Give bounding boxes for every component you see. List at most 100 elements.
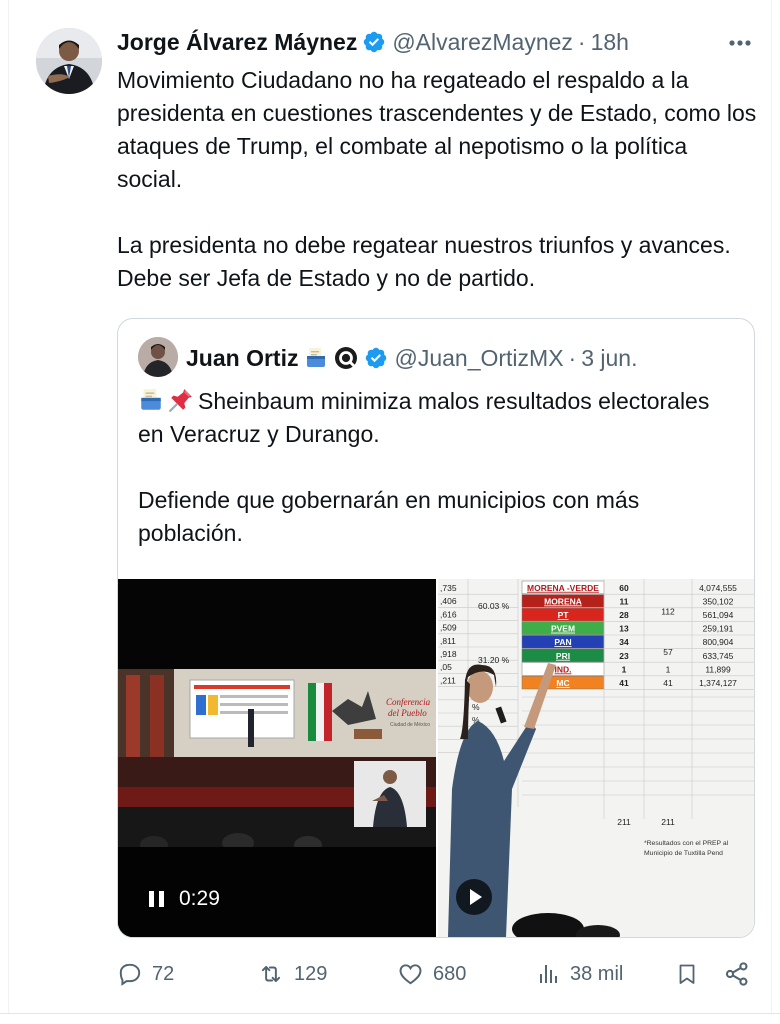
tweet-bottom-divider bbox=[0, 1013, 780, 1014]
board-total-left: 211 bbox=[617, 817, 631, 827]
speaker-face bbox=[467, 671, 493, 703]
share-button[interactable] bbox=[723, 957, 760, 991]
quoted-tweet-text: Sheinbaum minimiza malos resultados elec… bbox=[138, 385, 738, 550]
board-left-number: ,735 bbox=[440, 583, 457, 593]
party-votes: 800,904 bbox=[703, 637, 734, 647]
quoted-paragraph: Sheinbaum minimiza malos resultados elec… bbox=[138, 385, 738, 451]
bookmark-icon bbox=[679, 964, 695, 984]
party-seats: 34 bbox=[619, 637, 629, 647]
verified-badge-icon bbox=[364, 31, 385, 53]
more-options-icon[interactable] bbox=[726, 34, 754, 52]
quoted-timestamp[interactable]: 3 jun. bbox=[581, 345, 637, 372]
party-votes: 4,074,555 bbox=[699, 583, 737, 593]
tweet-actions: 72 129 680 38 mil bbox=[117, 957, 757, 991]
board-left-number: ,406 bbox=[440, 596, 457, 606]
threads-icon bbox=[335, 347, 358, 369]
views-chart-icon bbox=[540, 965, 557, 983]
press-conference-image: Conferencia del Pueblo Ciudad de México bbox=[118, 579, 436, 937]
party-seats: 13 bbox=[619, 624, 629, 634]
board-left-number: ,616 bbox=[440, 609, 457, 619]
heart-icon bbox=[399, 964, 422, 985]
author-avatar[interactable] bbox=[36, 28, 102, 94]
quoted-author-avatar[interactable] bbox=[138, 337, 178, 377]
quoted-header-separator: · bbox=[568, 344, 577, 371]
board-left-number: ,811 bbox=[440, 636, 456, 646]
party-name: PVEM bbox=[551, 624, 575, 634]
board-footnote: Municipio de Tuxtilla Pend bbox=[644, 850, 723, 857]
play-button[interactable] bbox=[456, 879, 492, 915]
pause-icon[interactable] bbox=[148, 890, 165, 908]
quoted-author-name[interactable]: Juan Ortiz bbox=[186, 345, 298, 372]
party-name: PT bbox=[558, 610, 570, 620]
timeline-left-border bbox=[8, 0, 9, 1014]
party-seats: 60 bbox=[619, 583, 629, 593]
board-left-number: ,918 bbox=[440, 649, 457, 659]
reply-count: 72 bbox=[152, 962, 175, 985]
tweet-paragraph: Movimiento Ciudadano no ha regateado el … bbox=[117, 67, 757, 192]
tweet-timestamp[interactable]: 18h bbox=[591, 29, 629, 56]
party-votes: 259,191 bbox=[703, 624, 734, 634]
party-seats: 41 bbox=[619, 678, 629, 688]
slide-subtitle: Ciudad de México bbox=[390, 722, 430, 728]
slide-title: Conferencia bbox=[386, 697, 431, 707]
ballot-box-emoji bbox=[141, 389, 161, 410]
quoted-tweet[interactable]: Juan Ortiz @Juan_OrtizMX · 3 jun. Sheinb… bbox=[117, 318, 755, 938]
tweet-paragraph: La presidenta no debe regatear nuestros … bbox=[117, 232, 731, 291]
party-seats: 23 bbox=[619, 651, 629, 661]
party-name: MC bbox=[556, 678, 569, 688]
party-name: PAN bbox=[554, 637, 571, 647]
bookmark-button[interactable] bbox=[675, 957, 708, 991]
party-votes: 561,094 bbox=[703, 610, 734, 620]
ballot-box-emoji bbox=[307, 348, 326, 367]
party-votes: 11,899 bbox=[705, 664, 731, 674]
board-left-number: ,05 bbox=[440, 662, 452, 672]
like-count: 680 bbox=[433, 962, 467, 985]
video-controls: 0:29 bbox=[148, 887, 220, 911]
author-name[interactable]: Jorge Álvarez Máynez bbox=[117, 29, 357, 56]
party-group-seats: 1 bbox=[666, 664, 671, 674]
party-seats: 11 bbox=[620, 596, 629, 606]
header-separator: · bbox=[577, 28, 586, 55]
views-count: 38 mil bbox=[570, 962, 624, 985]
tweet-header: Jorge Álvarez Máynez @AlvarezMaynez · 18… bbox=[117, 26, 629, 58]
reply-button[interactable]: 72 bbox=[117, 957, 174, 991]
tweet-text: Movimiento Ciudadano no ha regateado el … bbox=[117, 64, 757, 295]
repost-icon bbox=[261, 965, 281, 983]
author-handle[interactable]: @AlvarezMaynez bbox=[392, 29, 573, 56]
pushpin-emoji bbox=[169, 389, 192, 412]
party-votes: 1,374,127 bbox=[699, 678, 737, 688]
quoted-author-handle[interactable]: @Juan_OrtizMX bbox=[394, 345, 563, 372]
play-icon bbox=[470, 889, 482, 905]
board-left-number: ,211 bbox=[440, 675, 456, 685]
board-left-number: ,509 bbox=[440, 623, 457, 633]
slide-title-line2: del Pueblo bbox=[388, 708, 427, 718]
video-elapsed-time: 0:29 bbox=[179, 887, 220, 910]
repost-count: 129 bbox=[294, 962, 328, 985]
timeline-right-border bbox=[771, 0, 772, 1014]
verified-badge-icon bbox=[366, 347, 387, 369]
results-image[interactable]: ,735,406,616,509,811,918,05,211%%%%%60.0… bbox=[438, 579, 754, 937]
party-name: PRI bbox=[556, 651, 570, 661]
board-percent-sign: % bbox=[472, 702, 480, 712]
board-percent-bottom: 31.20 % bbox=[478, 655, 510, 665]
party-votes: 350,102 bbox=[703, 596, 734, 606]
party-votes: 633,745 bbox=[703, 651, 734, 661]
like-button[interactable]: 680 bbox=[397, 957, 466, 991]
quoted-paragraph-text: Sheinbaum minimiza malos resultados elec… bbox=[138, 388, 710, 447]
board-total-right: 211 bbox=[661, 817, 675, 827]
board-footnote: *Resultados con el PREP al bbox=[644, 840, 729, 847]
party-name: MORENA bbox=[544, 596, 582, 606]
views-button[interactable]: 38 mil bbox=[537, 957, 623, 991]
repost-button[interactable]: 129 bbox=[257, 957, 327, 991]
party-seats: 28 bbox=[619, 610, 629, 620]
party-seats: 1 bbox=[622, 664, 627, 674]
party-name: MORENA -VERDE bbox=[527, 583, 599, 593]
quoted-paragraph: Defiende que gobernarán en municipios co… bbox=[138, 487, 640, 546]
party-group-seats: 41 bbox=[663, 678, 673, 688]
share-icon bbox=[725, 962, 748, 986]
video-thumbnail[interactable]: Conferencia del Pueblo Ciudad de México bbox=[118, 579, 436, 937]
party-name: IND. bbox=[555, 664, 572, 674]
reply-icon bbox=[119, 963, 141, 986]
board-percent-top: 60.03 % bbox=[478, 601, 510, 611]
quoted-tweet-header: Juan Ortiz @Juan_OrtizMX · 3 jun. bbox=[186, 341, 637, 375]
